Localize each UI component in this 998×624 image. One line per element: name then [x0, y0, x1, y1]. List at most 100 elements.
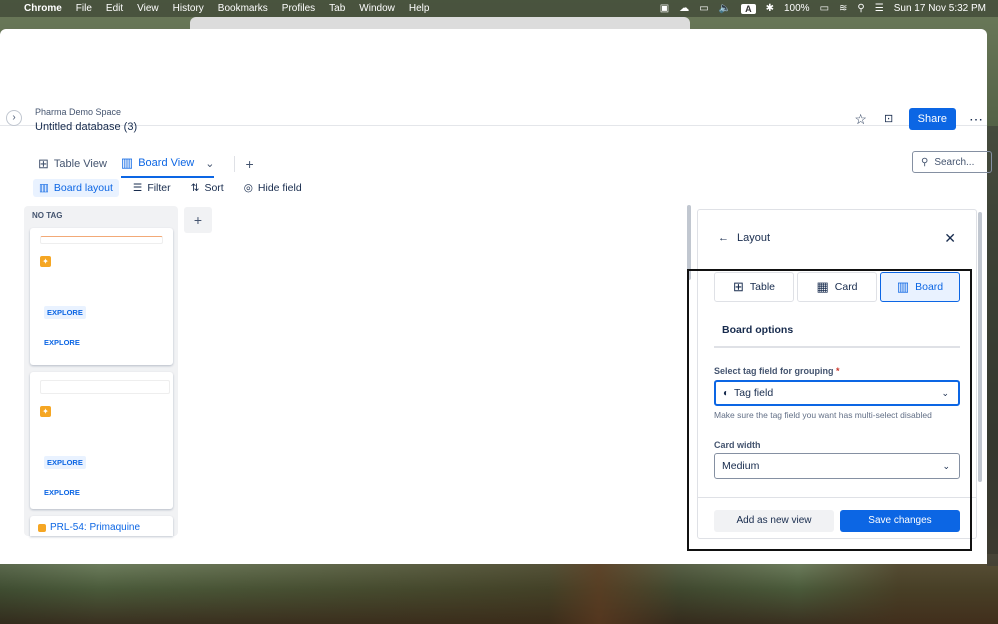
- tag-badge: EXPLORE: [44, 338, 80, 347]
- board-icon: ▥: [896, 279, 910, 294]
- display-icon[interactable]: ▭: [699, 3, 708, 14]
- menu-edit[interactable]: Edit: [106, 3, 123, 14]
- star-icon[interactable]: ☆: [853, 111, 869, 127]
- wifi-icon[interactable]: ≋: [839, 3, 847, 14]
- add-column-button[interactable]: +: [184, 207, 212, 233]
- card-title[interactable]: PRL-54: Primaquine: [50, 522, 140, 533]
- layout-type-selector: ⊞ Table ▦ Card ▥ Board: [714, 272, 960, 302]
- lightbulb-icon: ✦: [40, 406, 51, 417]
- layout-panel-title: Layout: [737, 232, 771, 244]
- card-tag-row: EXPLORE: [44, 303, 173, 319]
- menu-help[interactable]: Help: [409, 3, 430, 14]
- bluetooth-icon[interactable]: ✱: [766, 3, 774, 14]
- card-grid-icon: ▦: [816, 279, 829, 294]
- breadcrumb[interactable]: Pharma Demo Space: [35, 107, 121, 117]
- board-layout-button[interactable]: ▥ Board layout: [33, 179, 119, 197]
- more-actions-icon[interactable]: ⋯: [968, 111, 984, 127]
- save-changes-button[interactable]: Save changes: [840, 510, 960, 532]
- board-column-no-tag: NO TAG ✦ EXPLORE EXPLORE ✦ EXPLORE EXPLO…: [24, 206, 178, 536]
- control-center-icon[interactable]: ☰: [875, 3, 884, 14]
- menu-app-name[interactable]: Chrome: [24, 3, 62, 14]
- card-tag-row: EXPLORE: [41, 333, 173, 349]
- header-actions: ☆ ⊡ Share ⋯: [853, 108, 984, 130]
- sort-label: Sort: [204, 182, 224, 194]
- view-tabs: ⊞ Table View ▥ Board View ⌄ +: [38, 150, 254, 178]
- card-tag-row: EXPLORE: [41, 483, 173, 499]
- menubar-status-area: ▣ ☁ ▭ 🔈 A ✱ 100% ▭ ≋ ⚲ ☰ Sun 17 Nov 5:32…: [660, 3, 986, 14]
- table-icon: ⊞: [732, 279, 744, 294]
- add-as-new-view-button[interactable]: Add as new view: [714, 510, 834, 532]
- browser-tab-strip: [190, 17, 690, 29]
- menu-window[interactable]: Window: [359, 3, 395, 14]
- group-field-help: Make sure the tag field you want has mul…: [714, 410, 932, 420]
- search-input[interactable]: ⚲ Search...: [912, 151, 992, 173]
- input-source-icon[interactable]: A: [741, 3, 756, 14]
- menu-tab[interactable]: Tab: [329, 3, 345, 14]
- layout-option-label: Board: [915, 281, 944, 293]
- card-title-placeholder: [40, 380, 170, 394]
- chevron-down-icon[interactable]: ⌄: [205, 157, 214, 170]
- board-options-tab[interactable]: Board options: [714, 314, 960, 348]
- sidebar-expand-button[interactable]: ›: [6, 110, 22, 126]
- board-card[interactable]: ✦ EXPLORE EXPLORE: [30, 228, 173, 365]
- lightbulb-icon: ✦: [40, 256, 51, 267]
- search-placeholder: Search...: [934, 156, 975, 168]
- add-view-button[interactable]: +: [234, 156, 254, 172]
- share-button[interactable]: Share: [908, 108, 956, 130]
- menu-bookmarks[interactable]: Bookmarks: [218, 3, 268, 14]
- tag-badge: EXPLORE: [44, 306, 86, 319]
- tab-label: Board View: [138, 157, 195, 169]
- board-icon: ▥: [120, 155, 134, 170]
- board-layout-label: Board layout: [53, 182, 113, 194]
- tab-table-view[interactable]: ⊞ Table View: [38, 151, 107, 177]
- filter-button[interactable]: ☰ Filter: [127, 179, 177, 197]
- tag-badge: EXPLORE: [44, 488, 80, 497]
- card-width-value: Medium: [722, 460, 760, 472]
- panel-scrollbar[interactable]: [978, 212, 982, 482]
- board-toolbar: ▥ Board layout ☰ Filter ⇅ Sort ◎ Hide fi…: [33, 179, 316, 197]
- group-field-value: Tag field: [734, 387, 774, 399]
- layout-option-label: Card: [834, 281, 858, 293]
- battery-icon[interactable]: ▭: [820, 3, 829, 14]
- group-field-label: Select tag field for grouping *: [714, 366, 840, 376]
- menu-file[interactable]: File: [76, 3, 92, 14]
- mac-menubar: Chrome File Edit View History Bookmarks …: [0, 0, 998, 17]
- hide-field-label: Hide field: [257, 182, 302, 194]
- tag-badge: EXPLORE: [44, 456, 86, 469]
- cloud-icon[interactable]: ☁: [679, 3, 689, 14]
- board-card[interactable]: ✦ EXPLORE EXPLORE: [30, 372, 173, 509]
- layout-option-table[interactable]: ⊞ Table: [714, 272, 794, 302]
- battery-percent: 100%: [784, 3, 810, 14]
- group-field-select[interactable]: ◐ Tag field ⌄: [714, 380, 960, 406]
- layout-panel-footer: Add as new view Save changes: [698, 497, 976, 539]
- layout-option-card[interactable]: ▦ Card: [797, 272, 877, 302]
- chevron-down-icon: ⌄: [942, 460, 950, 471]
- lock-icon[interactable]: ⊡: [881, 111, 897, 127]
- volume-icon[interactable]: 🔈: [719, 3, 731, 14]
- back-arrow-icon[interactable]: ←: [718, 232, 729, 244]
- tag-icon: ◐: [723, 387, 730, 399]
- screen-share-icon[interactable]: ▣: [660, 3, 669, 14]
- card-width-label: Card width: [714, 440, 761, 450]
- layout-panel-header: ← Layout: [718, 232, 770, 244]
- table-icon: ⊞: [38, 156, 49, 171]
- tab-label: Table View: [53, 158, 107, 170]
- menu-history[interactable]: History: [173, 3, 204, 14]
- menu-profiles[interactable]: Profiles: [282, 3, 315, 14]
- desktop-edge: [987, 126, 998, 566]
- lightbulb-icon: [38, 523, 46, 532]
- clock[interactable]: Sun 17 Nov 5:32 PM: [894, 3, 986, 14]
- menu-view[interactable]: View: [137, 3, 159, 14]
- hide-field-button[interactable]: ◎ Hide field: [238, 179, 308, 197]
- layout-option-board[interactable]: ▥ Board: [880, 272, 960, 302]
- layout-panel: ← Layout ✕ ⊞ Table ▦ Card ▥ Board Board …: [697, 209, 977, 539]
- card-width-select[interactable]: Medium ⌄: [714, 453, 960, 479]
- tab-board-view[interactable]: ▥ Board View ⌄: [120, 150, 215, 178]
- sort-button[interactable]: ⇅ Sort: [185, 179, 230, 197]
- page-title[interactable]: Untitled database (3): [35, 121, 137, 133]
- spotlight-icon[interactable]: ⚲: [857, 3, 864, 14]
- board-scrollbar[interactable]: [687, 205, 691, 280]
- board-card-partial[interactable]: PRL-54: Primaquine: [30, 516, 173, 536]
- layout-option-label: Table: [749, 281, 775, 293]
- close-icon[interactable]: ✕: [944, 230, 956, 247]
